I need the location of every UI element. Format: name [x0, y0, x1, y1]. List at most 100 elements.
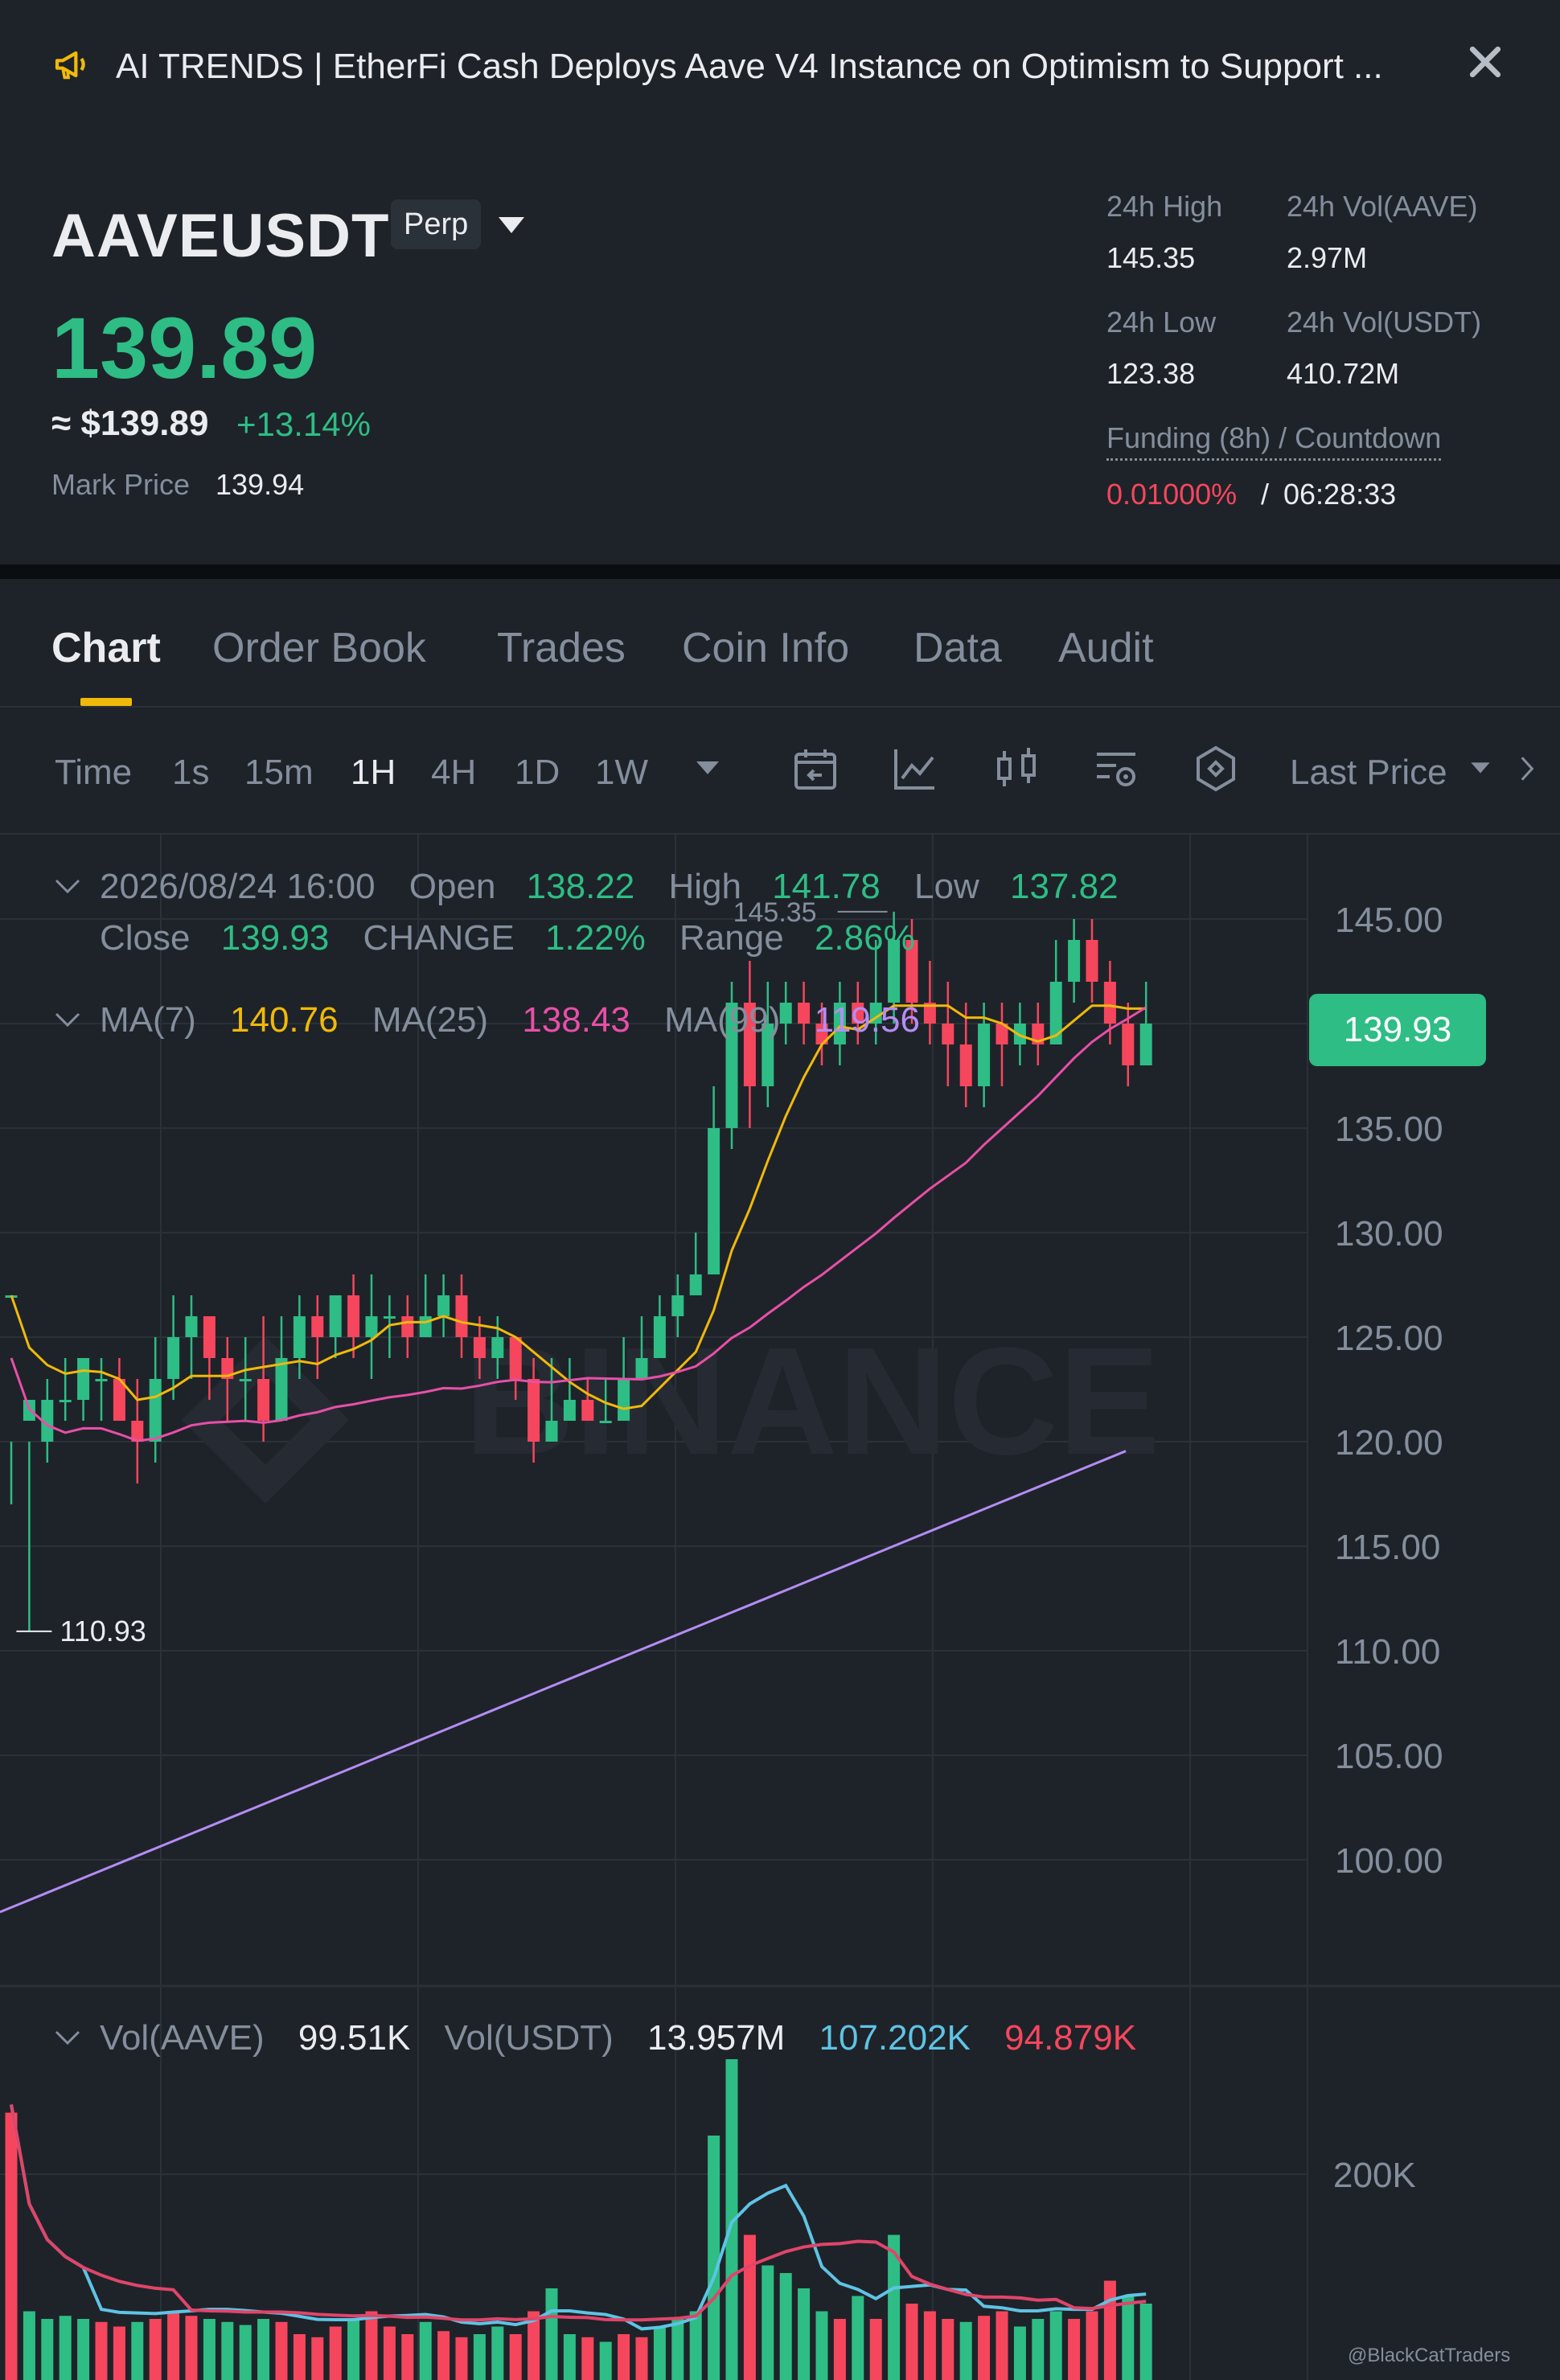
legend-collapse-icon[interactable]	[53, 876, 82, 896]
tab-chart[interactable]: Chart	[51, 624, 161, 672]
contract-type-badge: Perp	[391, 199, 482, 249]
volume-bar	[1122, 2296, 1135, 2380]
candle-body	[257, 1379, 270, 1421]
announcement-bar[interactable]: AI TRENDS | EtherFi Cash Deploys Aave V4…	[0, 0, 1560, 137]
volume-bar	[329, 2326, 342, 2380]
ma99-label: MA(99)	[664, 1000, 781, 1040]
interval-1d[interactable]: 1D	[515, 753, 560, 793]
symbol-name[interactable]: AAVEUSDT	[51, 201, 389, 271]
candle-body	[59, 1400, 72, 1402]
candle-body	[959, 1044, 972, 1086]
candle-type-icon[interactable]	[991, 743, 1042, 794]
funding-countdown: 06:28:33	[1283, 478, 1397, 511]
vol-base-24h-label: 24h Vol(AAVE)	[1287, 190, 1478, 223]
legend-low-label: Low	[914, 867, 979, 906]
funding-label[interactable]: Funding (8h) / Countdown	[1106, 421, 1442, 461]
volume-bar	[509, 2334, 522, 2380]
candle-body	[599, 1421, 612, 1423]
volume-bar	[869, 2319, 882, 2380]
volume-bar	[689, 2311, 702, 2380]
volume-bar	[635, 2337, 648, 2380]
interval-15m[interactable]: 15m	[244, 753, 314, 793]
candle-body	[581, 1400, 594, 1421]
chart-settings-icon[interactable]	[1090, 743, 1142, 794]
volume-bar	[149, 2319, 162, 2380]
tab-trades[interactable]: Trades	[497, 624, 626, 672]
vol-legend-collapse-icon[interactable]	[53, 2028, 82, 2047]
candle-body	[401, 1316, 414, 1337]
candle-body	[455, 1295, 468, 1337]
volume-bar	[671, 2319, 684, 2380]
legend-open-label: Open	[408, 867, 496, 906]
price-type-select[interactable]: Last Price	[1290, 753, 1447, 793]
legend-open-value: 138.22	[526, 867, 635, 906]
candle-body	[1122, 1024, 1135, 1065]
volume-bar	[23, 2311, 35, 2380]
candle-body	[203, 1316, 216, 1358]
volume-bar	[221, 2321, 234, 2380]
volume-bar	[653, 2326, 666, 2380]
legend-change-value: 1.22%	[545, 918, 646, 958]
ohlc-legend-row-1: 2026/08/24 16:00 Open 138.22 High 141.78…	[100, 867, 1119, 907]
volume-bar	[491, 2326, 504, 2380]
candle-body	[347, 1295, 360, 1337]
vol-ma1-value: 107.202K	[819, 2018, 971, 2058]
volume-bar	[77, 2319, 90, 2380]
volume-bar	[563, 2334, 576, 2380]
volume-bar	[383, 2326, 396, 2380]
candle-body	[167, 1337, 180, 1379]
caret-down-icon[interactable]	[497, 215, 526, 235]
depth-hexagon-icon[interactable]	[1190, 743, 1242, 794]
interval-4h[interactable]: 4H	[431, 753, 476, 793]
price-axis-label: 105.00	[1335, 1737, 1443, 1776]
usd-price: ≈ $139.89	[51, 404, 209, 443]
volume-bar	[905, 2304, 918, 2380]
tab-order-book[interactable]: Order Book	[212, 624, 426, 672]
mark-price-value: 139.94	[216, 468, 305, 501]
price-axis-label: 120.00	[1335, 1423, 1443, 1463]
volume-bar	[978, 2316, 991, 2380]
price-axis-label: 125.00	[1335, 1319, 1443, 1358]
ma7-value: 140.76	[230, 1000, 339, 1040]
legend-datetime: 2026/08/24 16:00	[100, 867, 376, 906]
more-intervals-caret-icon[interactable]	[693, 756, 722, 780]
ma25-value: 138.43	[522, 1000, 630, 1040]
interval-1h[interactable]: 1H	[351, 753, 396, 793]
close-icon[interactable]	[1464, 40, 1507, 84]
ohlc-legend-row-2: Close 139.93 CHANGE 1.22% Range 2.86%	[100, 918, 915, 958]
interval-1w[interactable]: 1W	[595, 753, 648, 793]
legend-change-label: CHANGE	[363, 918, 515, 958]
candle-body	[618, 1379, 630, 1421]
low-24h-label: 24h Low	[1106, 306, 1217, 339]
chevron-right-icon[interactable]	[1515, 753, 1539, 785]
tab-coin-info[interactable]: Coin Info	[682, 624, 849, 672]
ma99-value: 119.56	[814, 1000, 920, 1040]
volume-bar	[762, 2265, 774, 2380]
legend-low-value: 137.82	[1009, 867, 1119, 906]
volume-bar	[1086, 2311, 1098, 2380]
candlestick-chart[interactable]: BINANCE145.00135.00130.00125.00120.00115…	[0, 835, 1560, 2380]
candle-body	[635, 1358, 648, 1379]
candle-body	[671, 1295, 684, 1316]
chart-area[interactable]: BINANCE 145.00 135.00 130.00 125.00 120.00 115…	[0, 835, 1560, 2380]
time-label[interactable]: Time	[55, 753, 132, 793]
tab-data[interactable]: Data	[913, 624, 1002, 672]
candle-body	[708, 1128, 720, 1274]
price-type-caret-icon[interactable]	[1468, 757, 1492, 778]
ma-legend-collapse-icon[interactable]	[53, 1010, 82, 1029]
announcement-text[interactable]: AI TRENDS | EtherFi Cash Deploys Aave V4…	[116, 47, 1451, 87]
price-axis-label: 115.00	[1335, 1528, 1440, 1567]
vol-base-label: Vol(AAVE)	[100, 2018, 265, 2058]
calendar-replay-icon[interactable]	[790, 743, 841, 794]
candle-body	[528, 1379, 540, 1442]
interval-1s[interactable]: 1s	[172, 753, 209, 793]
volume-legend[interactable]: Vol(AAVE) 99.51K Vol(USDT) 13.957M 107.2…	[100, 2018, 1136, 2058]
candle-body	[365, 1316, 378, 1337]
tab-audit[interactable]: Audit	[1058, 624, 1154, 672]
vol-quote-24h-label: 24h Vol(USDT)	[1287, 306, 1482, 339]
ma-legend[interactable]: MA(7) 140.76 MA(25) 138.43 MA(99) 119.56	[100, 1000, 920, 1040]
candle-body	[311, 1316, 324, 1337]
indicators-icon[interactable]	[889, 743, 941, 794]
volume-bar	[167, 2311, 180, 2380]
legend-high-value: 141.78	[772, 867, 881, 906]
